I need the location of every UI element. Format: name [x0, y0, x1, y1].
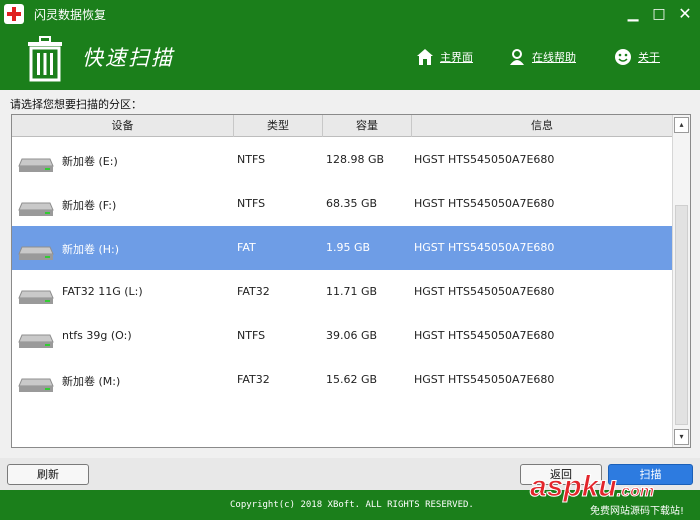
watermark-logo: aspku.com	[530, 470, 655, 504]
hard-drive-icon	[18, 378, 54, 392]
scroll-down-button[interactable]: ▾	[674, 429, 689, 445]
partition-type: NTFS	[237, 329, 266, 342]
watermark-tld: .com	[616, 483, 655, 501]
page-title: 快速扫描	[82, 46, 174, 70]
table-header: 设备 类型 容量 信息	[12, 115, 672, 137]
watermark-subtitle: 免费网站源码下载站!	[590, 506, 685, 517]
watermark-text: aspku	[530, 470, 618, 504]
partition-type: FAT32	[237, 285, 270, 298]
hard-drive-icon	[18, 158, 54, 172]
column-header-info[interactable]: 信息	[412, 115, 672, 137]
nav-about-label: 关于	[638, 51, 660, 64]
partition-capacity: 11.71 GB	[326, 285, 378, 298]
vertical-scrollbar[interactable]: ▴ ▾	[672, 115, 690, 447]
partition-name: 新加卷 (F:)	[62, 199, 117, 212]
scroll-up-button[interactable]: ▴	[674, 117, 689, 133]
nav-home-link[interactable]: 主界面	[416, 48, 473, 66]
hard-drive-icon	[18, 290, 54, 304]
partition-type: FAT	[237, 241, 256, 254]
partition-type: NTFS	[237, 197, 266, 210]
refresh-button[interactable]: 刷新	[7, 464, 89, 485]
app-logo-icon	[4, 4, 24, 24]
partition-name: FAT32 11G (L:)	[62, 285, 143, 298]
partition-info: HGST HTS545050A7E680	[414, 153, 555, 166]
column-header-type[interactable]: 类型	[234, 115, 323, 137]
partition-info: HGST HTS545050A7E680	[414, 329, 555, 342]
nav-help-label: 在线帮助	[532, 51, 576, 64]
partition-name: 新加卷 (H:)	[62, 243, 120, 256]
column-header-capacity[interactable]: 容量	[323, 115, 412, 137]
table-row[interactable]: FAT32 11G (L:) FAT32 11.71 GB HGST HTS54…	[12, 270, 672, 314]
partition-capacity: 68.35 GB	[326, 197, 378, 210]
trash-icon	[28, 36, 62, 82]
partition-prompt: 请选择您想要扫描的分区：	[10, 98, 142, 111]
partition-name: 新加卷 (E:)	[62, 155, 118, 168]
hard-drive-icon	[18, 202, 54, 216]
close-button[interactable]: ✕	[676, 5, 694, 23]
column-header-device[interactable]: 设备	[12, 115, 234, 137]
table-row[interactable]: 新加卷 (F:) NTFS 68.35 GB HGST HTS545050A7E…	[12, 182, 672, 226]
copyright-text: Copyright(c) 2018 XBoft. ALL RIGHTS RESE…	[230, 500, 474, 510]
minimize-button[interactable]: ▁	[624, 5, 642, 23]
nav-home-label: 主界面	[440, 51, 473, 64]
partition-name: 新加卷 (M:)	[62, 375, 121, 388]
main-content: 请选择您想要扫描的分区： 设备 类型 容量 信息 新加卷 (E:) NTFS 1…	[0, 90, 700, 458]
partition-capacity: 39.06 GB	[326, 329, 378, 342]
table-row[interactable]: 新加卷 (M:) FAT32 15.62 GB HGST HTS545050A7…	[12, 358, 672, 402]
window-title: 闪灵数据恢复	[34, 8, 107, 22]
scrollbar-thumb[interactable]	[675, 205, 688, 425]
partition-table: 设备 类型 容量 信息 新加卷 (E:) NTFS 128.98 GB HGST…	[11, 114, 691, 448]
partition-info: HGST HTS545050A7E680	[414, 241, 555, 254]
home-icon	[417, 49, 433, 65]
nav-help-link[interactable]: 在线帮助	[508, 48, 576, 66]
partition-type: NTFS	[237, 153, 266, 166]
partition-capacity: 15.62 GB	[326, 373, 378, 386]
hard-drive-icon	[18, 246, 54, 260]
partition-type: FAT32	[237, 373, 270, 386]
partition-info: HGST HTS545050A7E680	[414, 373, 555, 386]
app-header: 快速扫描 主界面 在线帮助 关于	[0, 28, 700, 90]
table-row-selected[interactable]: 新加卷 (H:) FAT 1.95 GB HGST HTS545050A7E68…	[12, 226, 672, 270]
partition-info: HGST HTS545050A7E680	[414, 285, 555, 298]
nav-about-link[interactable]: 关于	[614, 48, 660, 66]
partition-capacity: 1.95 GB	[326, 241, 371, 254]
maximize-button[interactable]: □	[650, 5, 668, 23]
partition-info: HGST HTS545050A7E680	[414, 197, 555, 210]
support-user-icon	[510, 49, 524, 65]
smiley-icon	[615, 49, 631, 65]
table-row[interactable]: ntfs 39g (O:) NTFS 39.06 GB HGST HTS5450…	[12, 314, 672, 358]
title-bar: 闪灵数据恢复 ▁ □ ✕	[0, 0, 700, 28]
partition-name: ntfs 39g (O:)	[62, 329, 132, 342]
hard-drive-icon	[18, 334, 54, 348]
table-row[interactable]: 新加卷 (E:) NTFS 128.98 GB HGST HTS545050A7…	[12, 138, 672, 182]
partition-capacity: 128.98 GB	[326, 153, 385, 166]
footer: Copyright(c) 2018 XBoft. ALL RIGHTS RESE…	[0, 470, 700, 520]
